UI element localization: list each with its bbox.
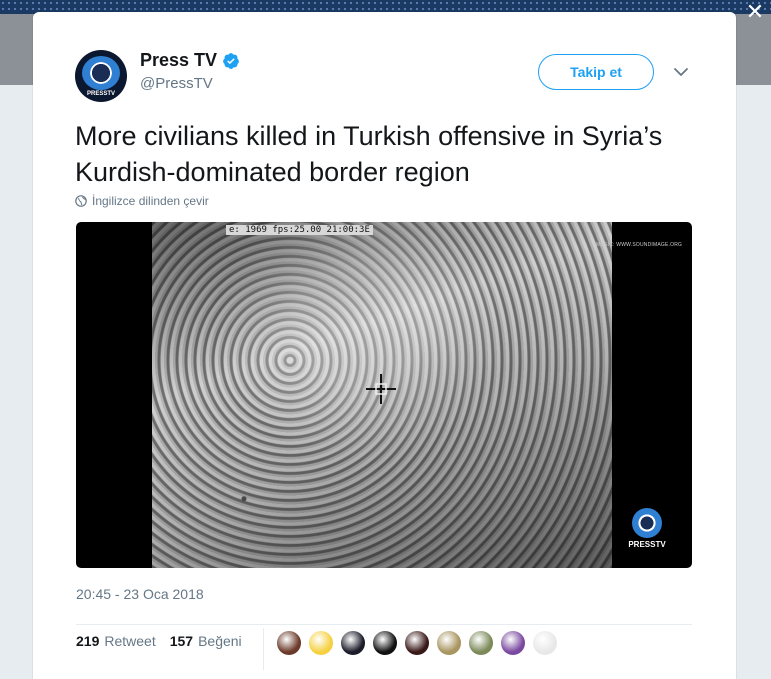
liker-avatar[interactable] [307,629,335,657]
verified-badge-icon [223,53,239,69]
author-handle[interactable]: @PressTV [140,75,213,92]
liker-avatar[interactable] [531,629,559,657]
liker-avatar[interactable] [403,629,431,657]
crosshair-icon [366,374,396,404]
avatar-label: PRESSTV [86,91,115,97]
liker-avatars [275,629,563,657]
close-icon[interactable]: ✕ [743,0,767,24]
liker-avatar[interactable] [371,629,399,657]
tweet-timestamp[interactable]: 20:45 - 23 Oca 2018 [76,586,204,602]
like-label[interactable]: Beğeni [198,633,242,649]
liker-avatar[interactable] [467,629,495,657]
presstv-logo-icon [632,508,662,538]
translate-label: İngilizce dilinden çevir [92,194,209,208]
liker-avatar[interactable] [499,629,527,657]
retweet-count[interactable]: 219 [76,633,99,649]
video-player[interactable]: e: 1969 fps:25.00 21:00:3E MUSIC: WWW.SO… [76,222,692,568]
video-osd-text: e: 1969 fps:25.00 21:00:3E [226,225,373,235]
avatar-logo-icon [82,56,120,90]
liker-avatar[interactable] [435,629,463,657]
tweet-card: PRESSTV Press TV @PressTV Takip et More … [33,12,736,679]
tweet-text: More civilians killed in Turkish offensi… [75,121,663,187]
presstv-watermark: PRESSTV [628,508,666,552]
watermark-label: PRESSTV [628,540,666,549]
translate-link[interactable]: İngilizce dilinden çevir [75,194,209,208]
retweet-label[interactable]: Retweet [104,633,155,649]
follow-button[interactable]: Takip et [538,54,654,90]
stats-separator [263,628,264,670]
music-credit: MUSIC: WWW.SOUNDIMAGE.ORG [596,242,683,248]
tweet-stats: 219 Retweet 157 Beğeni [76,633,242,649]
author-name[interactable]: Press TV [140,50,217,71]
avatar[interactable]: PRESSTV [75,50,127,102]
divider [76,624,692,625]
chevron-down-icon[interactable] [673,64,689,80]
like-count[interactable]: 157 [170,633,193,649]
liker-avatar[interactable] [275,629,303,657]
globe-icon [75,195,87,207]
liker-avatar[interactable] [339,629,367,657]
